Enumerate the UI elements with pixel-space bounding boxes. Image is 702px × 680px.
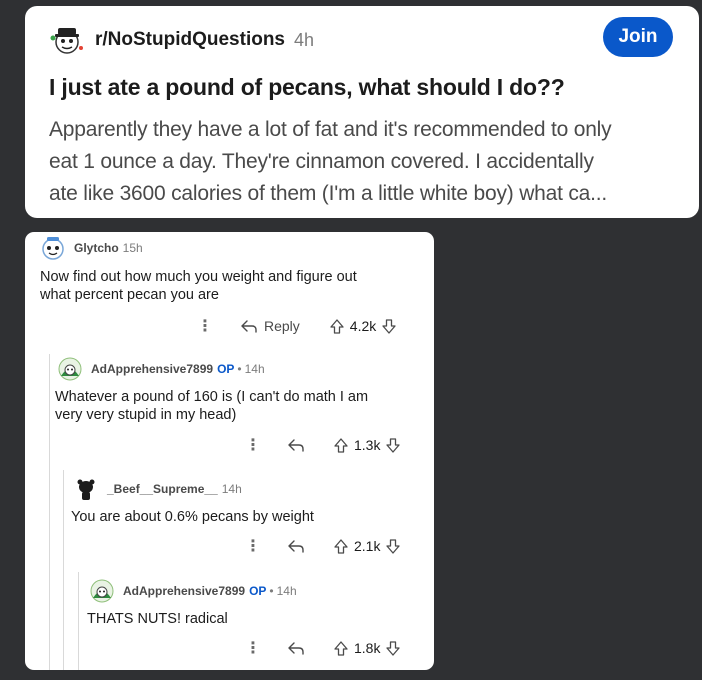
user-avatar-icon[interactable] (89, 578, 115, 604)
vote-count: 4.2k (349, 318, 377, 334)
comment-age: 14h (221, 482, 242, 496)
comment-text: Whatever a pound of 160 is (I can't do m… (55, 388, 427, 424)
vote-count: 1.3k (354, 437, 381, 453)
reply-icon (241, 320, 257, 333)
comment: Glytcho 15h Now find out how much you we… (40, 235, 425, 304)
reply-button[interactable]: Reply (240, 318, 300, 334)
post-age: 4h (294, 29, 315, 50)
comment-text-line: Now find out how much you weight and fig… (40, 269, 357, 285)
user-avatar-icon[interactable] (40, 235, 66, 261)
comment-username[interactable]: AdApprehensive7899 (91, 362, 213, 376)
reply-label: Reply (264, 318, 300, 334)
comment-age: 14h (244, 362, 265, 376)
comment-text: Now find out how much you weight and fig… (40, 268, 425, 304)
downvote-icon[interactable] (386, 538, 401, 554)
user-avatar-icon[interactable] (73, 476, 99, 502)
comment-header: Glytcho 15h (40, 235, 425, 261)
post-body[interactable]: Apparently they have a lot of fat and it… (49, 114, 675, 210)
upvote-icon[interactable] (334, 640, 348, 656)
vote-controls: 1.8k (334, 640, 401, 656)
comment-text-line: You are about 0.6% pecans by weight (71, 509, 314, 525)
comment-text: You are about 0.6% pecans by weight (71, 508, 423, 526)
join-button[interactable]: Join (603, 17, 673, 57)
subreddit-name[interactable]: r/NoStupidQuestions (95, 29, 285, 51)
comment-header: AdApprehensive7899 OP • 14h (57, 356, 427, 382)
downvote-icon[interactable] (386, 640, 401, 656)
comment: AdApprehensive7899 OP • 14h Whatever a p… (55, 356, 427, 424)
thread-line[interactable] (63, 470, 64, 670)
thread-line[interactable] (49, 354, 50, 670)
reply-icon[interactable] (287, 438, 305, 452)
separator-dot: • (237, 362, 242, 376)
comment-username[interactable]: Glytcho (74, 241, 119, 255)
op-badge: OP (249, 584, 267, 598)
downvote-icon[interactable] (386, 437, 401, 453)
more-options-icon[interactable]: ⋮ (197, 316, 213, 336)
post-body-line: eat 1 ounce a day. They're cinnamon cove… (49, 150, 594, 173)
post-card: r/NoStupidQuestions 4h Join I just ate a… (25, 6, 699, 218)
upvote-icon[interactable] (334, 538, 348, 554)
downvote-icon[interactable] (382, 318, 396, 334)
post-body-line: Apparently they have a lot of fat and it… (49, 118, 612, 141)
comment-actions: ⋮ 1.3k (245, 435, 401, 455)
comment-age: 14h (276, 584, 297, 598)
comment-text-line: very very stupid in my head) (55, 407, 237, 423)
post-body-line: ate like 3600 calories of them (I'm a li… (49, 182, 608, 205)
separator-dot: • (269, 584, 274, 598)
reply-icon[interactable] (287, 539, 305, 553)
comment-text-line: Whatever a pound of 160 is (I can't do m… (55, 389, 369, 405)
reply-icon[interactable] (287, 641, 305, 655)
comment-header: _Beef__Supreme__ 14h (73, 476, 423, 502)
comment-actions: ⋮ Reply 4.2k (197, 316, 396, 336)
comment: _Beef__Supreme__ 14h You are about 0.6% … (71, 476, 423, 526)
vote-controls: 2.1k (334, 538, 401, 554)
subreddit-avatar-icon[interactable] (49, 22, 85, 58)
comment: AdApprehensive7899 OP • 14h THATS NUTS! … (87, 578, 424, 628)
vote-count: 2.1k (354, 538, 381, 554)
comment-actions: ⋮ 2.1k (245, 536, 401, 556)
more-options-icon[interactable]: ⋮ (245, 536, 261, 556)
thread-line[interactable] (78, 572, 79, 670)
op-badge: OP (217, 362, 235, 376)
vote-count: 1.8k (354, 640, 381, 656)
post-header: r/NoStupidQuestions 4h (49, 20, 675, 60)
comment-text-line: THATS NUTS! radical (87, 611, 228, 627)
comment-age: 15h (122, 241, 143, 255)
comment-header: AdApprehensive7899 OP • 14h (89, 578, 424, 604)
vote-controls: 1.3k (334, 437, 401, 453)
comment-text-line: what percent pecan you are (40, 287, 219, 303)
comments-card: Glytcho 15h Now find out how much you we… (25, 232, 434, 670)
comment-text: THATS NUTS! radical (87, 610, 424, 628)
comment-username[interactable]: _Beef__Supreme__ (107, 482, 218, 496)
comment-actions: ⋮ 1.8k (245, 638, 401, 658)
post-title[interactable]: I just ate a pound of pecans, what shoul… (49, 72, 675, 102)
user-avatar-icon[interactable] (57, 356, 83, 382)
upvote-icon[interactable] (334, 437, 348, 453)
upvote-icon[interactable] (330, 318, 344, 334)
vote-controls: 4.2k (330, 318, 396, 334)
more-options-icon[interactable]: ⋮ (245, 435, 261, 455)
more-options-icon[interactable]: ⋮ (245, 638, 261, 658)
comment-username[interactable]: AdApprehensive7899 (123, 584, 245, 598)
